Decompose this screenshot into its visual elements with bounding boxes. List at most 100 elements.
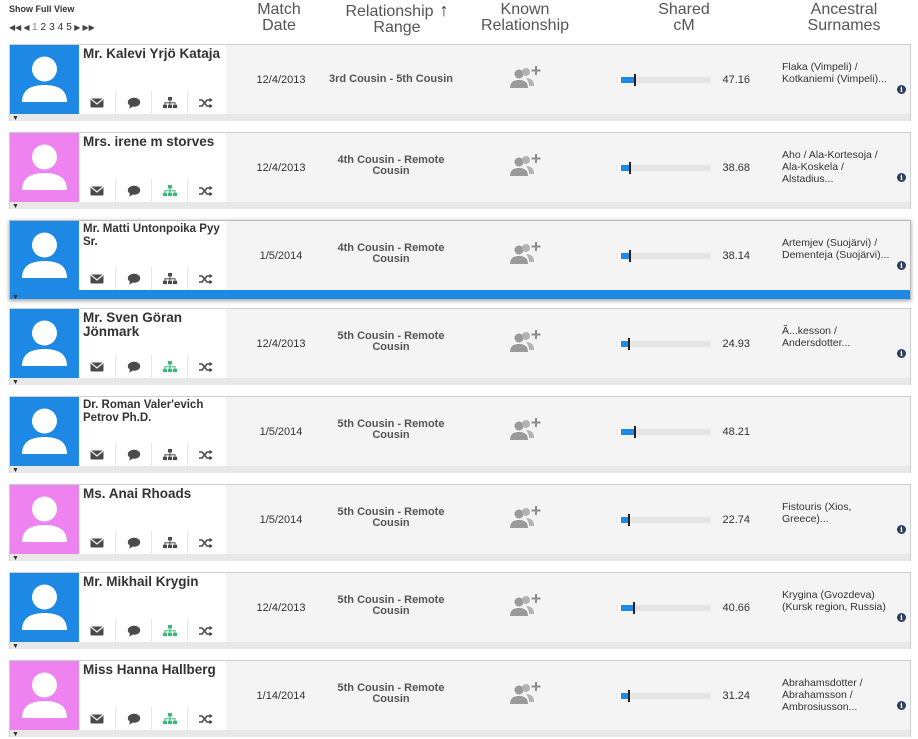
speech-bubble-icon[interactable] [115,91,151,114]
match-row[interactable]: Mrs. irene m storves 12/4/2013 4th Cousin … [9,132,911,210]
family-tree-icon[interactable] [151,91,187,114]
match-name[interactable]: Mr. Mikhail Krygin [83,575,223,589]
info-icon[interactable]: i [897,701,906,710]
envelope-icon[interactable] [79,443,115,466]
match-name[interactable]: Mrs. irene m storves [83,135,223,149]
envelope-icon[interactable] [79,707,115,730]
match-row[interactable]: Mr. Matti Untonpoika Pyy Sr. 1/5/2014 4th … [9,220,911,301]
family-tree-icon[interactable] [151,267,187,290]
match-name[interactable]: Mr. Sven Göran Jönmark [83,311,223,339]
caret-down-icon[interactable]: ▼ [12,115,19,122]
column-header-known-relationship[interactable]: Known Relationship [470,2,580,34]
info-icon[interactable]: i [897,173,906,182]
shuffle-icon[interactable] [187,443,223,466]
shuffle-icon[interactable] [187,619,223,642]
info-icon[interactable]: i [897,613,906,622]
envelope-icon[interactable] [79,267,115,290]
speech-bubble-icon[interactable] [115,179,151,202]
person-plus-icon[interactable] [507,151,543,179]
speech-bubble-icon[interactable] [115,707,151,730]
profile-avatar[interactable] [10,397,79,466]
info-icon[interactable]: i [897,525,906,534]
envelope-icon[interactable] [79,619,115,642]
match-row[interactable]: Mr. Mikhail Krygin 12/4/2013 5th Cousin - … [9,572,911,650]
person-plus-icon[interactable] [507,327,543,355]
shuffle-icon[interactable] [187,91,223,114]
match-row[interactable]: Miss Hanna Hallberg 1/14/2014 5th Cousin -… [9,660,911,738]
person-plus-icon[interactable] [507,503,543,531]
shared-cm-value: 40.66 [722,602,750,614]
envelope-icon[interactable] [79,179,115,202]
page-link-4[interactable]: 4 [57,22,64,33]
profile-avatar[interactable] [10,661,79,730]
sort-ascending-icon[interactable]: ↑ [440,0,449,20]
speech-bubble-icon[interactable] [115,619,151,642]
profile-avatar[interactable] [10,133,79,202]
match-name[interactable]: Dr. Roman Valer'evich Petrov Ph.D. [83,399,223,424]
info-icon[interactable]: i [897,349,906,358]
show-full-view-link[interactable]: Show Full View [9,4,74,14]
family-tree-icon[interactable] [151,707,187,730]
prev-page-icon[interactable]: ◀ [23,23,29,32]
person-plus-icon[interactable] [507,63,543,91]
envelope-icon[interactable] [79,531,115,554]
family-tree-icon[interactable] [151,179,187,202]
speech-bubble-icon[interactable] [115,531,151,554]
person-plus-icon[interactable] [507,679,543,707]
envelope-icon[interactable] [79,355,115,378]
match-row[interactable]: Mr. Sven Göran Jönmark 12/4/2013 5th Cousi… [9,308,911,386]
match-row[interactable]: Mr. Kalevi Yrjö Kataja 12/4/2013 3rd Cousi… [9,44,911,122]
shared-cm-value: 48.21 [722,426,750,438]
person-plus-icon[interactable] [507,239,543,267]
first-page-icon[interactable]: ◀◀ [9,23,21,32]
match-row[interactable]: Ms. Anai Rhoads 1/5/2014 5th Cousin - Remo… [9,484,911,562]
profile-avatar[interactable] [10,45,79,114]
family-tree-icon[interactable] [151,619,187,642]
caret-down-icon[interactable]: ▼ [12,467,19,474]
shared-cm-bar-marker [629,162,632,174]
next-page-icon[interactable]: ▶ [74,23,80,32]
caret-down-icon[interactable]: ▼ [12,379,19,386]
person-plus-icon[interactable] [507,591,543,619]
profile-avatar[interactable] [10,485,79,554]
speech-bubble-icon[interactable] [115,443,151,466]
column-header-match-date[interactable]: Match Date [241,2,317,34]
profile-avatar[interactable] [10,309,79,378]
match-name[interactable]: Ms. Anai Rhoads [83,487,223,501]
profile-avatar[interactable] [10,573,79,642]
page-link-3[interactable]: 3 [49,22,56,33]
family-tree-icon[interactable] [151,443,187,466]
caret-down-icon[interactable]: ▼ [12,731,19,738]
speech-bubble-icon[interactable] [115,267,151,290]
family-tree-icon[interactable] [151,531,187,554]
info-icon[interactable]: i [897,85,906,94]
match-name[interactable]: Mr. Kalevi Yrjö Kataja [83,47,223,61]
person-plus-icon[interactable] [507,415,543,443]
family-tree-icon[interactable] [151,355,187,378]
page-link-2[interactable]: 2 [40,22,47,33]
shuffle-icon[interactable] [187,179,223,202]
caret-down-icon[interactable]: ▼ [12,203,19,210]
profile-avatar[interactable] [10,221,79,290]
info-icon[interactable]: i [897,261,906,270]
match-name[interactable]: Mr. Matti Untonpoika Pyy Sr. [83,223,223,248]
page-link-1[interactable]: 1 [31,22,38,33]
caret-down-icon[interactable]: ▼ [12,643,19,650]
match-name[interactable]: Miss Hanna Hallberg [83,663,223,677]
match-row[interactable]: Dr. Roman Valer'evich Petrov Ph.D. 1/5/20… [9,396,911,474]
last-page-icon[interactable]: ▶▶ [82,23,94,32]
envelope-icon[interactable] [79,91,115,114]
shuffle-icon[interactable] [187,707,223,730]
caret-down-icon[interactable]: ▼ [12,294,19,301]
match-actions [79,443,226,466]
speech-bubble-icon[interactable] [115,355,151,378]
shuffle-icon[interactable] [187,267,223,290]
column-header-ancestral-surnames[interactable]: Ancestral Surnames [774,2,914,34]
row-footer-bar [10,378,910,385]
shuffle-icon[interactable] [187,531,223,554]
page-link-5[interactable]: 5 [66,22,73,33]
column-header-relationship-range[interactable]: Relationship ↑ Range [332,0,462,36]
caret-down-icon[interactable]: ▼ [12,555,19,562]
column-header-shared-cm[interactable]: Shared cM [646,2,722,34]
shuffle-icon[interactable] [187,355,223,378]
